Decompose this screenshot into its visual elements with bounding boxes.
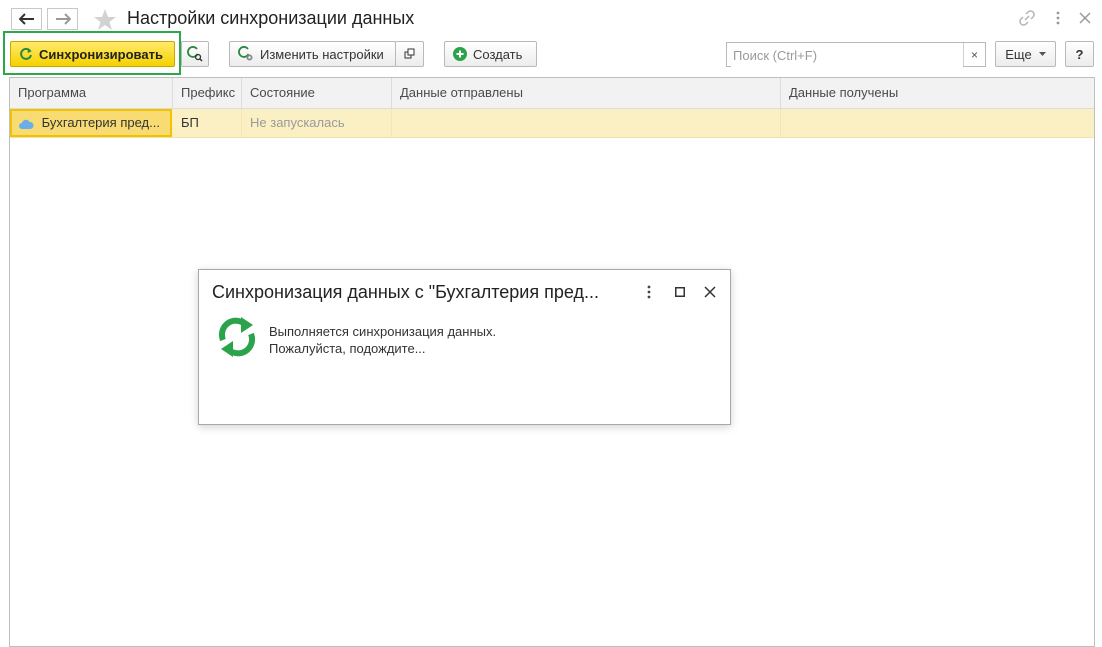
sync-progress-icon [217, 316, 257, 358]
link-icon [1019, 10, 1035, 26]
sync-search-icon [187, 46, 203, 62]
cell-prefix: БП [173, 109, 242, 137]
sync-search-button[interactable] [181, 41, 209, 67]
change-settings-label: Изменить настройки [260, 46, 384, 62]
back-button[interactable] [11, 8, 42, 30]
change-settings-button[interactable]: Изменить настройки [229, 41, 396, 67]
close-icon [704, 286, 716, 298]
cell-state: Не запускалась [242, 109, 392, 137]
dialog-menu-button[interactable] [639, 282, 659, 302]
cell-program[interactable]: Бухгалтерия пред... [10, 109, 172, 137]
maximize-icon [675, 287, 685, 297]
window-close-button[interactable] [1077, 10, 1093, 26]
kebab-icon [1056, 11, 1060, 25]
column-header-sent[interactable]: Данные отправлены [392, 78, 781, 108]
search-clear-button[interactable]: × [963, 43, 985, 66]
more-button[interactable]: Еще [995, 41, 1056, 67]
caret-down-icon [1038, 52, 1046, 56]
cell-received [781, 109, 1094, 137]
help-button[interactable]: ? [1065, 41, 1094, 67]
search-input[interactable] [731, 44, 963, 67]
table-header: Программа Префикс Состояние Данные отпра… [10, 78, 1094, 109]
kebab-icon [647, 285, 651, 299]
create-button[interactable]: Создать [444, 41, 537, 67]
arrow-right-icon [55, 13, 71, 25]
sync-icon [218, 317, 256, 357]
open-copy-button[interactable] [395, 41, 424, 67]
arrow-left-icon [18, 13, 34, 25]
search-field[interactable]: × [726, 42, 986, 67]
forward-button[interactable] [47, 8, 78, 30]
column-header-state[interactable]: Состояние [242, 78, 392, 108]
program-name: Бухгалтерия пред... [41, 115, 160, 130]
dialog-close-button[interactable] [700, 282, 720, 302]
column-header-prefix[interactable]: Префикс [173, 78, 242, 108]
cell-sent [392, 109, 781, 137]
settings-sync-icon [238, 46, 253, 61]
window-menu-button[interactable] [1050, 10, 1066, 26]
sync-button-label: Синхронизировать [39, 46, 163, 62]
page-title: Настройки синхронизации данных [127, 8, 415, 28]
sync-icon [20, 47, 32, 60]
create-button-label: Создать [473, 46, 523, 62]
sync-progress-dialog: Синхронизация данных с "Бухгалтерия пред… [198, 269, 731, 425]
link-button[interactable] [1019, 10, 1035, 26]
sync-button[interactable]: Синхронизировать [10, 41, 175, 67]
cloud-icon [19, 119, 34, 129]
plus-circle-icon [453, 47, 467, 61]
dialog-message-line1: Выполняется синхронизация данных. [269, 324, 497, 339]
column-header-received[interactable]: Данные получены [781, 78, 1094, 108]
favorite-button[interactable] [93, 8, 117, 32]
clear-icon: × [970, 47, 978, 62]
more-button-label: Еще [1005, 46, 1032, 62]
help-icon: ? [1075, 46, 1084, 62]
dialog-maximize-button[interactable] [670, 282, 690, 302]
dialog-title: Синхронизация данных с "Бухгалтерия пред… [212, 282, 599, 302]
close-icon [1079, 12, 1091, 24]
dialog-message-line2: Пожалуйста, подождите... [269, 341, 426, 356]
copy-window-icon [404, 48, 414, 59]
column-header-program[interactable]: Программа [10, 78, 173, 108]
star-icon [94, 9, 116, 30]
table-row[interactable]: Бухгалтерия пред... БП Не запускалась [10, 109, 1094, 138]
